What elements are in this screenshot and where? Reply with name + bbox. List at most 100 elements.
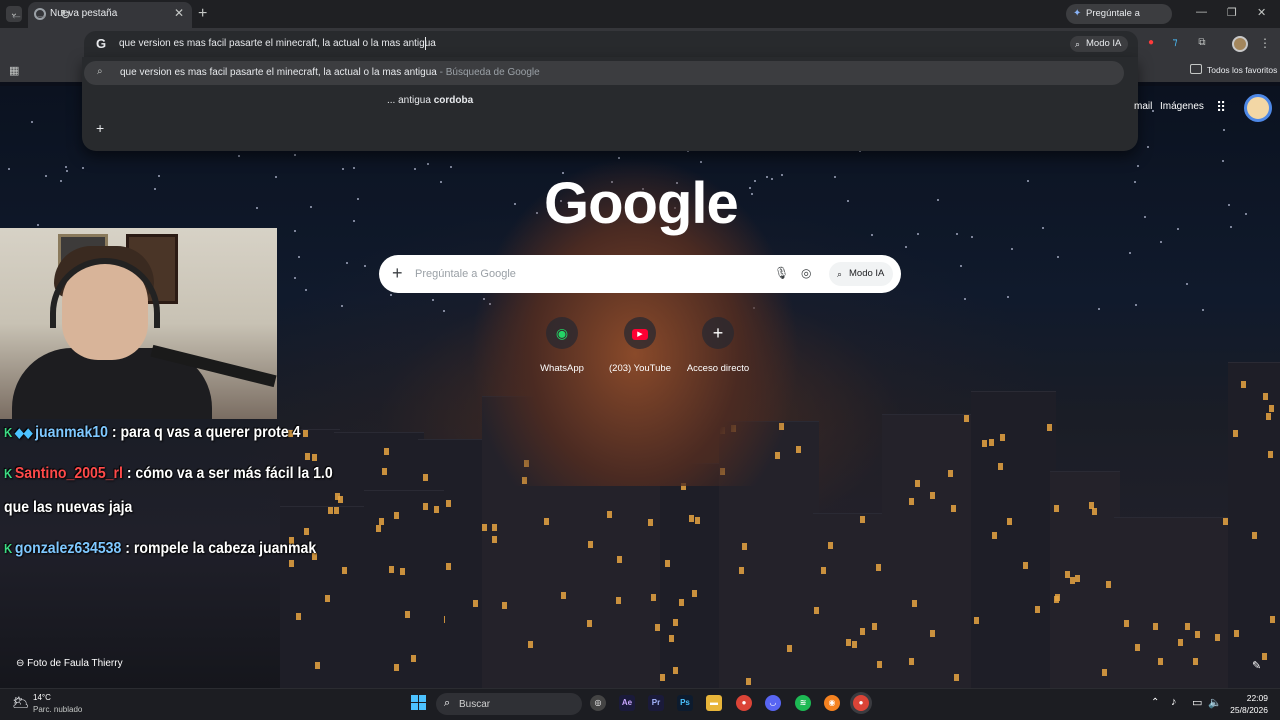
lit-window <box>423 503 428 510</box>
add-context-icon[interactable]: + <box>96 120 104 136</box>
star <box>256 207 258 209</box>
account-avatar[interactable] <box>1244 94 1272 122</box>
star <box>37 224 39 226</box>
lit-window <box>872 623 877 630</box>
youtube-icon: ▶ <box>624 317 656 349</box>
shortcut-youtube[interactable]: ▶ (203) YouTube <box>598 317 678 377</box>
premiere-icon[interactable]: Pr <box>648 695 664 711</box>
star <box>82 167 84 169</box>
building <box>1228 362 1280 688</box>
photo-credit-text: Foto de Faula Thierry <box>27 658 123 669</box>
volume-icon[interactable]: 🔈 <box>1208 696 1222 709</box>
lit-window <box>1000 434 1005 441</box>
google-apps-icon[interactable]: ⠿ <box>1216 99 1226 116</box>
add-file-icon[interactable]: + <box>392 263 403 284</box>
extensions-puzzle-icon[interactable]: ⧉ <box>1195 36 1209 50</box>
star <box>357 198 359 200</box>
star <box>1042 227 1044 229</box>
tab-new-tab[interactable]: Nueva pestaña ✕ <box>28 2 192 28</box>
customize-pencil-icon[interactable]: ✎ <box>1252 659 1261 672</box>
more-menu-icon[interactable]: ⋮ <box>1259 36 1271 50</box>
lit-window <box>1035 606 1040 613</box>
clock-date[interactable]: 25/8/2026 <box>1226 705 1268 715</box>
search-input[interactable] <box>415 267 755 281</box>
weather-icon[interactable]: 🌥 <box>12 694 30 711</box>
star <box>1160 241 1162 243</box>
minimize-icon[interactable]: — <box>1196 6 1207 18</box>
lit-window <box>1195 631 1200 638</box>
lit-window <box>1158 658 1163 665</box>
ask-gemini-button[interactable]: ✦ Pregúntale a Gemini <box>1066 4 1172 39</box>
display-tray-icon[interactable]: ▭ <box>1192 696 1202 709</box>
shortcut-whatsapp[interactable]: ◉ WhatsApp <box>520 317 600 377</box>
images-link[interactable]: Imágenes <box>1160 101 1204 112</box>
suggestion-1-separator: - <box>439 67 443 78</box>
new-tab-button[interactable]: + <box>198 5 207 23</box>
apps-grid-icon[interactable]: ▦ <box>9 64 19 77</box>
forward-icon[interactable]: → <box>35 7 48 22</box>
suggestion-2[interactable]: ... antigua cordoba <box>387 95 473 106</box>
google-lens-icon[interactable]: ◎ <box>801 266 811 280</box>
close-tab-icon[interactable]: ✕ <box>174 6 184 20</box>
lit-window <box>909 498 914 505</box>
microphone-icon[interactable]: 🎙 <box>774 266 789 280</box>
star <box>346 262 348 264</box>
star <box>917 233 919 235</box>
star <box>1202 309 1204 311</box>
restore-icon[interactable]: ❐ <box>1227 6 1237 19</box>
chat-username: Santino_2005_rl <box>14 465 123 482</box>
chrome-active-icon[interactable]: ● <box>853 695 869 711</box>
chat-message: K ◆◆ juanmak10 : para q vas a querer prote… <box>4 424 300 442</box>
mic-tray-icon[interactable]: ♪ <box>1171 696 1177 708</box>
blender-icon[interactable]: ◉ <box>824 695 840 711</box>
star <box>1007 296 1009 298</box>
shortcut-add[interactable]: + Acceso directo <box>676 317 756 377</box>
address-bar-text[interactable]: que version es mas facil pasarte el mine… <box>119 38 436 49</box>
lit-window <box>1023 562 1028 569</box>
chat-text: : rompele la cabeza juanmak <box>125 540 317 557</box>
chevron-up-icon[interactable]: ⌃ <box>1151 697 1159 708</box>
extension-blue-icon[interactable]: ⁊ <box>1168 36 1182 50</box>
suggestion-1-text[interactable]: que version es mas facil pasarte el mine… <box>120 67 540 78</box>
chrome-icon[interactable]: ● <box>736 695 752 711</box>
kick-badge-icon: K <box>4 425 13 440</box>
clock-time[interactable]: 22:09 <box>1236 693 1268 703</box>
windows-taskbar <box>0 688 1280 720</box>
star <box>364 265 366 267</box>
lit-window <box>382 468 387 475</box>
reload-icon[interactable]: ↻ <box>60 7 71 23</box>
close-window-icon[interactable]: ✕ <box>1257 6 1266 19</box>
after-effects-icon[interactable]: Ae <box>619 695 635 711</box>
text-caret <box>425 37 426 50</box>
weather-desc[interactable]: Parc. nublado <box>33 705 82 714</box>
chat-username: gonzalez634538 <box>14 540 122 557</box>
modo-ia-button[interactable]: ⌕ Modo IA <box>829 262 893 286</box>
weather-temp[interactable]: 14°C <box>33 693 51 702</box>
taskbar-search[interactable] <box>436 693 582 715</box>
modo-ia-chip[interactable]: ⌕ Modo IA <box>1070 36 1128 52</box>
chat-text: : cómo va a ser más fácil la 1.0 <box>126 465 333 482</box>
lit-window <box>384 448 389 455</box>
spotify-icon[interactable]: ≋ <box>795 695 811 711</box>
star <box>1186 283 1188 285</box>
lit-window <box>1268 451 1273 458</box>
plus-icon: + <box>702 317 734 349</box>
suggestion-2-bold: cordoba <box>433 95 474 106</box>
all-bookmarks-link[interactable]: Todos los favoritos <box>1207 65 1277 75</box>
star <box>1027 180 1029 182</box>
discord-icon[interactable]: ◡ <box>765 695 781 711</box>
file-explorer-icon[interactable]: ▬ <box>706 695 722 711</box>
back-icon[interactable]: ← <box>10 7 23 22</box>
extension-red-icon[interactable]: ● <box>1144 36 1158 50</box>
photoshop-icon[interactable]: Ps <box>677 695 693 711</box>
google-logo: Google <box>544 171 739 236</box>
lit-window <box>312 454 317 461</box>
gmail-link[interactable]: mail <box>1134 101 1152 112</box>
lit-window <box>679 599 684 606</box>
profile-avatar[interactable] <box>1232 36 1248 52</box>
obs-icon[interactable]: ◎ <box>590 695 606 711</box>
photo-credit-link[interactable]: ⊖ Foto de Faula Thierry <box>16 658 123 669</box>
lit-window <box>651 594 656 601</box>
start-button[interactable] <box>411 695 427 711</box>
lit-window <box>1234 630 1239 637</box>
